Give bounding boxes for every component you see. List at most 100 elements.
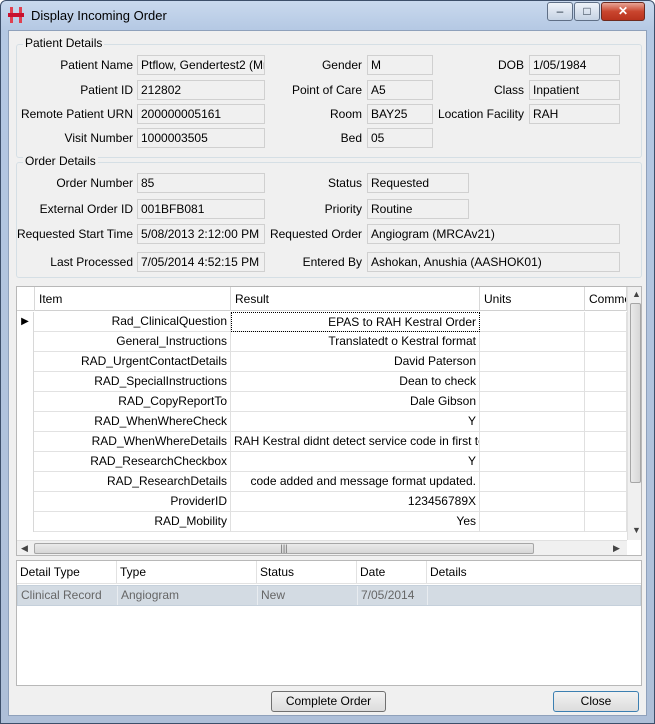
row-header[interactable]: [17, 472, 34, 492]
comment-cell[interactable]: [585, 432, 627, 452]
vertical-scroll-thumb[interactable]: [630, 303, 641, 483]
result-cell[interactable]: 123456789X: [231, 492, 480, 512]
item-cell[interactable]: General_Instructions: [35, 332, 231, 352]
comment-cell[interactable]: [585, 412, 627, 432]
close-window-button[interactable]: ✕: [601, 2, 645, 21]
row-header[interactable]: [17, 412, 34, 432]
scroll-left-arrow-icon[interactable]: ◀: [21, 543, 28, 554]
table-row[interactable]: General_Instructions Translatedt o Kestr…: [17, 332, 627, 352]
comment-cell[interactable]: [585, 492, 627, 512]
column-header-result[interactable]: Result: [231, 287, 480, 311]
results-grid[interactable]: Item Result Units Commer ▶ Rad_ClinicalQ…: [16, 286, 642, 556]
item-cell[interactable]: RAD_Mobility: [35, 512, 231, 532]
result-cell[interactable]: code added and message format updated.: [231, 472, 480, 492]
column-header-date[interactable]: Date: [357, 561, 427, 584]
requested-start-label: Requested Start Time: [16, 227, 133, 241]
table-row[interactable]: ProviderID 123456789X: [17, 492, 627, 512]
units-cell[interactable]: [480, 332, 585, 352]
results-vertical-scrollbar[interactable]: ▲ ▼: [627, 287, 641, 540]
comment-cell[interactable]: [585, 452, 627, 472]
order-details-group: Order Details Order Number 85 External O…: [16, 154, 642, 278]
result-cell[interactable]: Dean to check: [231, 372, 480, 392]
result-cell[interactable]: Translatedt o Kestral format: [231, 332, 480, 352]
table-row[interactable]: RAD_SpecialInstructions Dean to check: [17, 372, 627, 392]
table-row[interactable]: RAD_WhenWhereCheck Y: [17, 412, 627, 432]
comment-cell[interactable]: [585, 392, 627, 412]
column-header-detail-type[interactable]: Detail Type: [17, 561, 117, 584]
column-header-units[interactable]: Units: [480, 287, 585, 311]
class-label: Class: [493, 83, 524, 97]
table-row[interactable]: RAD_WhenWhereDetails RAH Kestral didnt d…: [17, 432, 627, 452]
column-header-type[interactable]: Type: [117, 561, 257, 584]
order-details-title: Order Details: [23, 154, 98, 168]
column-header-status[interactable]: Status: [257, 561, 357, 584]
item-cell[interactable]: Rad_ClinicalQuestion: [35, 312, 231, 332]
scroll-up-arrow-icon[interactable]: ▲: [632, 289, 641, 299]
column-header-details[interactable]: Details: [427, 561, 641, 584]
complete-order-button[interactable]: Complete Order: [271, 691, 386, 712]
table-row[interactable]: ▶ Rad_ClinicalQuestion EPAS to RAH Kestr…: [17, 312, 627, 332]
result-cell[interactable]: David Paterson: [231, 352, 480, 372]
row-header[interactable]: [17, 352, 34, 372]
table-row[interactable]: RAD_ResearchCheckbox Y: [17, 452, 627, 472]
comment-cell[interactable]: [585, 472, 627, 492]
comment-cell[interactable]: [585, 352, 627, 372]
row-header[interactable]: [17, 432, 34, 452]
units-cell[interactable]: [480, 312, 585, 332]
item-cell[interactable]: RAD_WhenWhereDetails: [35, 432, 231, 452]
horizontal-scroll-thumb[interactable]: |||: [34, 543, 534, 554]
dialog-client-area: Patient Details Patient Name Ptflow, Gen…: [8, 30, 647, 716]
units-cell[interactable]: [480, 392, 585, 412]
gender-label: Gender: [321, 58, 362, 72]
results-horizontal-scrollbar[interactable]: ◀ ||| ▶: [17, 540, 627, 555]
scroll-right-arrow-icon[interactable]: ▶: [613, 543, 620, 554]
comment-cell[interactable]: [585, 512, 627, 532]
comment-cell[interactable]: [585, 312, 627, 332]
column-header-comment[interactable]: Commer: [585, 287, 627, 311]
result-cell[interactable]: RAH Kestral didnt detect service code in…: [231, 432, 480, 452]
title-bar[interactable]: Display Incoming Order – □ ✕: [1, 1, 654, 29]
units-cell[interactable]: [480, 492, 585, 512]
units-cell[interactable]: [480, 452, 585, 472]
units-cell[interactable]: [480, 352, 585, 372]
units-cell[interactable]: [480, 432, 585, 452]
item-cell[interactable]: RAD_CopyReportTo: [35, 392, 231, 412]
units-cell[interactable]: [480, 412, 585, 432]
list-item[interactable]: Clinical Record Angiogram New 7/05/2014: [17, 585, 641, 606]
item-cell[interactable]: ProviderID: [35, 492, 231, 512]
item-cell[interactable]: RAD_UrgentContactDetails: [35, 352, 231, 372]
result-cell[interactable]: Y: [231, 452, 480, 472]
minimize-button[interactable]: –: [547, 2, 573, 21]
units-cell[interactable]: [480, 512, 585, 532]
table-row[interactable]: RAD_CopyReportTo Dale Gibson: [17, 392, 627, 412]
units-cell[interactable]: [480, 472, 585, 492]
item-cell[interactable]: RAD_WhenWhereCheck: [35, 412, 231, 432]
column-header-item[interactable]: Item: [35, 287, 231, 311]
location-facility-label: Location Facility: [437, 107, 524, 121]
order-detail-list[interactable]: Detail Type Type Status Date Details Cli…: [16, 560, 642, 686]
result-cell[interactable]: Dale Gibson: [231, 392, 480, 412]
row-header[interactable]: [17, 512, 34, 532]
row-header[interactable]: [17, 372, 34, 392]
units-cell[interactable]: [480, 372, 585, 392]
row-header[interactable]: [17, 452, 34, 472]
row-header[interactable]: [17, 392, 34, 412]
result-cell[interactable]: EPAS to RAH Kestral Order: [231, 312, 480, 332]
item-cell[interactable]: RAD_ResearchCheckbox: [35, 452, 231, 472]
result-cell[interactable]: Yes: [231, 512, 480, 532]
gender-field: M: [367, 55, 433, 75]
comment-cell[interactable]: [585, 332, 627, 352]
result-cell[interactable]: Y: [231, 412, 480, 432]
table-row[interactable]: RAD_ResearchDetails code added and messa…: [17, 472, 627, 492]
scroll-down-arrow-icon[interactable]: ▼: [632, 525, 641, 535]
table-row[interactable]: RAD_Mobility Yes: [17, 512, 627, 532]
row-header[interactable]: [17, 332, 34, 352]
maximize-button[interactable]: □: [574, 2, 600, 21]
location-facility-field: RAH: [529, 104, 620, 124]
item-cell[interactable]: RAD_ResearchDetails: [35, 472, 231, 492]
row-header[interactable]: [17, 492, 34, 512]
item-cell[interactable]: RAD_SpecialInstructions: [35, 372, 231, 392]
comment-cell[interactable]: [585, 372, 627, 392]
table-row[interactable]: RAD_UrgentContactDetails David Paterson: [17, 352, 627, 372]
close-button[interactable]: Close: [553, 691, 639, 712]
